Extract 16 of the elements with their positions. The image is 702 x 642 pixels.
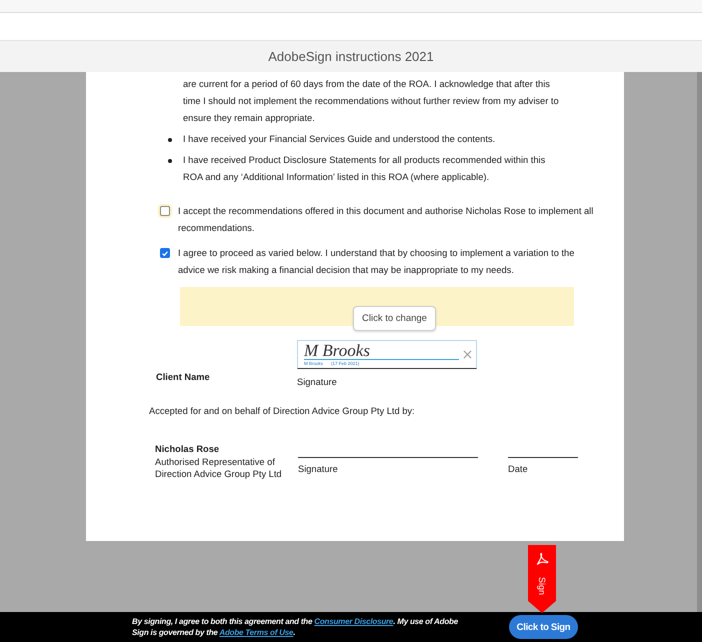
checkbox-label: I accept the recommendations offered in this document and authorise Nicholas Rose to implement all recommendations. — [178, 205, 594, 235]
date-caption: Date — [508, 463, 529, 476]
paragraph: are current for a period of 60 days from the date of the ROA. I acknowledge that after this time I should not implement the recommendations without further review from my adviser to ensure they remain appropriate. — [183, 78, 560, 125]
checkbox-label: I agree to proceed as varied below. I understand that by choosing to implement a variation to the advice we risk making a financial decision that may be inappropriate to my needs. — [178, 247, 576, 277]
signature-caption: Signature — [298, 463, 339, 476]
consent-notice: By signing, I agree to both this agreement and the Consumer Disclosure. My use of Adobe Sign is governed by the Adobe Terms of Use. — [132, 616, 459, 638]
bullet-text: I have received your Financial Services Guide and understood the contents. — [183, 133, 496, 146]
representative-title: Authorised Representative of Direction Advice Group Pty Ltd — [155, 456, 283, 480]
signature-caption: Signature — [297, 376, 338, 389]
client-name-label: Client Name — [156, 372, 211, 382]
signature: M Brooks — [304, 342, 459, 360]
paragraph: Accepted for and on behalf of Direction Advice Group Pty Ltd by: — [149, 405, 416, 418]
bullet-text: I have received Product Disclosure Statements for all products recommended within this ROA and any ‘Additional Information’ listed in this ROA (where applicable). — [183, 154, 546, 184]
representative-name: Nicholas Rose — [155, 443, 220, 456]
tooltip: Click to change — [353, 306, 436, 331]
document-title: AdobeSign instructions 2021 — [268, 49, 434, 64]
